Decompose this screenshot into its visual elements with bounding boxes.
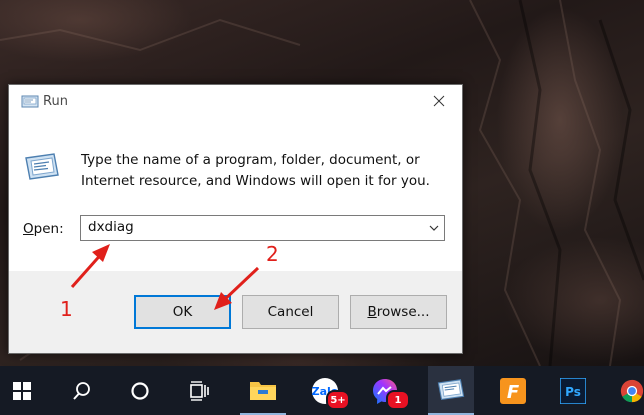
zalo-button[interactable]: Zalo 5+ xyxy=(302,366,350,415)
cancel-button[interactable]: Cancel xyxy=(242,295,339,329)
photoshop-icon: Ps xyxy=(560,377,586,404)
close-button[interactable] xyxy=(416,85,462,117)
search-button[interactable] xyxy=(60,366,104,415)
photoshop-button[interactable]: Ps xyxy=(550,366,596,415)
open-input[interactable]: dxdiag xyxy=(88,219,134,235)
start-icon xyxy=(13,381,31,400)
run-icon xyxy=(21,95,39,108)
messenger-button[interactable]: 1 xyxy=(362,366,410,415)
open-label-text: pen: xyxy=(33,221,64,237)
start-button[interactable] xyxy=(0,366,44,415)
dialog-description: Type the name of a program, folder, docu… xyxy=(81,152,430,189)
title-bar: Run xyxy=(9,85,462,119)
file-explorer-icon xyxy=(250,381,276,400)
file-explorer-button[interactable] xyxy=(240,366,286,415)
svg-text:F: F xyxy=(507,382,520,403)
browse-button[interactable]: Browse... xyxy=(350,295,447,329)
annotation-step-2: 2 xyxy=(266,242,279,266)
zalo-badge: 5+ xyxy=(326,390,350,410)
svg-text:Ps: Ps xyxy=(565,385,581,399)
run-program-icon xyxy=(25,153,59,180)
browse-label: rowse... xyxy=(376,304,430,320)
run-app-button[interactable] xyxy=(428,366,474,415)
filezilla-icon: F xyxy=(500,377,526,404)
task-view-icon xyxy=(190,380,209,401)
messenger-badge: 1 xyxy=(386,390,410,410)
browse-mnemonic: B xyxy=(367,304,377,320)
task-view-button[interactable] xyxy=(178,366,222,415)
open-label: Open: xyxy=(23,221,64,237)
cortana-button[interactable] xyxy=(118,366,162,415)
cortana-icon xyxy=(131,381,149,400)
open-combobox[interactable]: dxdiag xyxy=(80,215,445,241)
open-label-mnemonic: O xyxy=(23,221,34,237)
dialog-title: Run xyxy=(43,94,68,109)
chrome-button[interactable] xyxy=(610,366,644,415)
filezilla-button[interactable]: F xyxy=(490,366,536,415)
taskbar: Zalo 5+ 1 F Ps xyxy=(0,366,644,415)
chevron-down-icon[interactable] xyxy=(428,222,440,234)
chrome-icon xyxy=(620,379,644,402)
close-icon xyxy=(433,95,445,107)
ok-button[interactable]: OK xyxy=(134,295,231,329)
search-icon xyxy=(73,381,90,400)
run-dialog: Run Type the name of a program, folder, … xyxy=(8,84,463,354)
annotation-step-1: 1 xyxy=(60,297,73,321)
run-app-icon xyxy=(437,378,465,400)
